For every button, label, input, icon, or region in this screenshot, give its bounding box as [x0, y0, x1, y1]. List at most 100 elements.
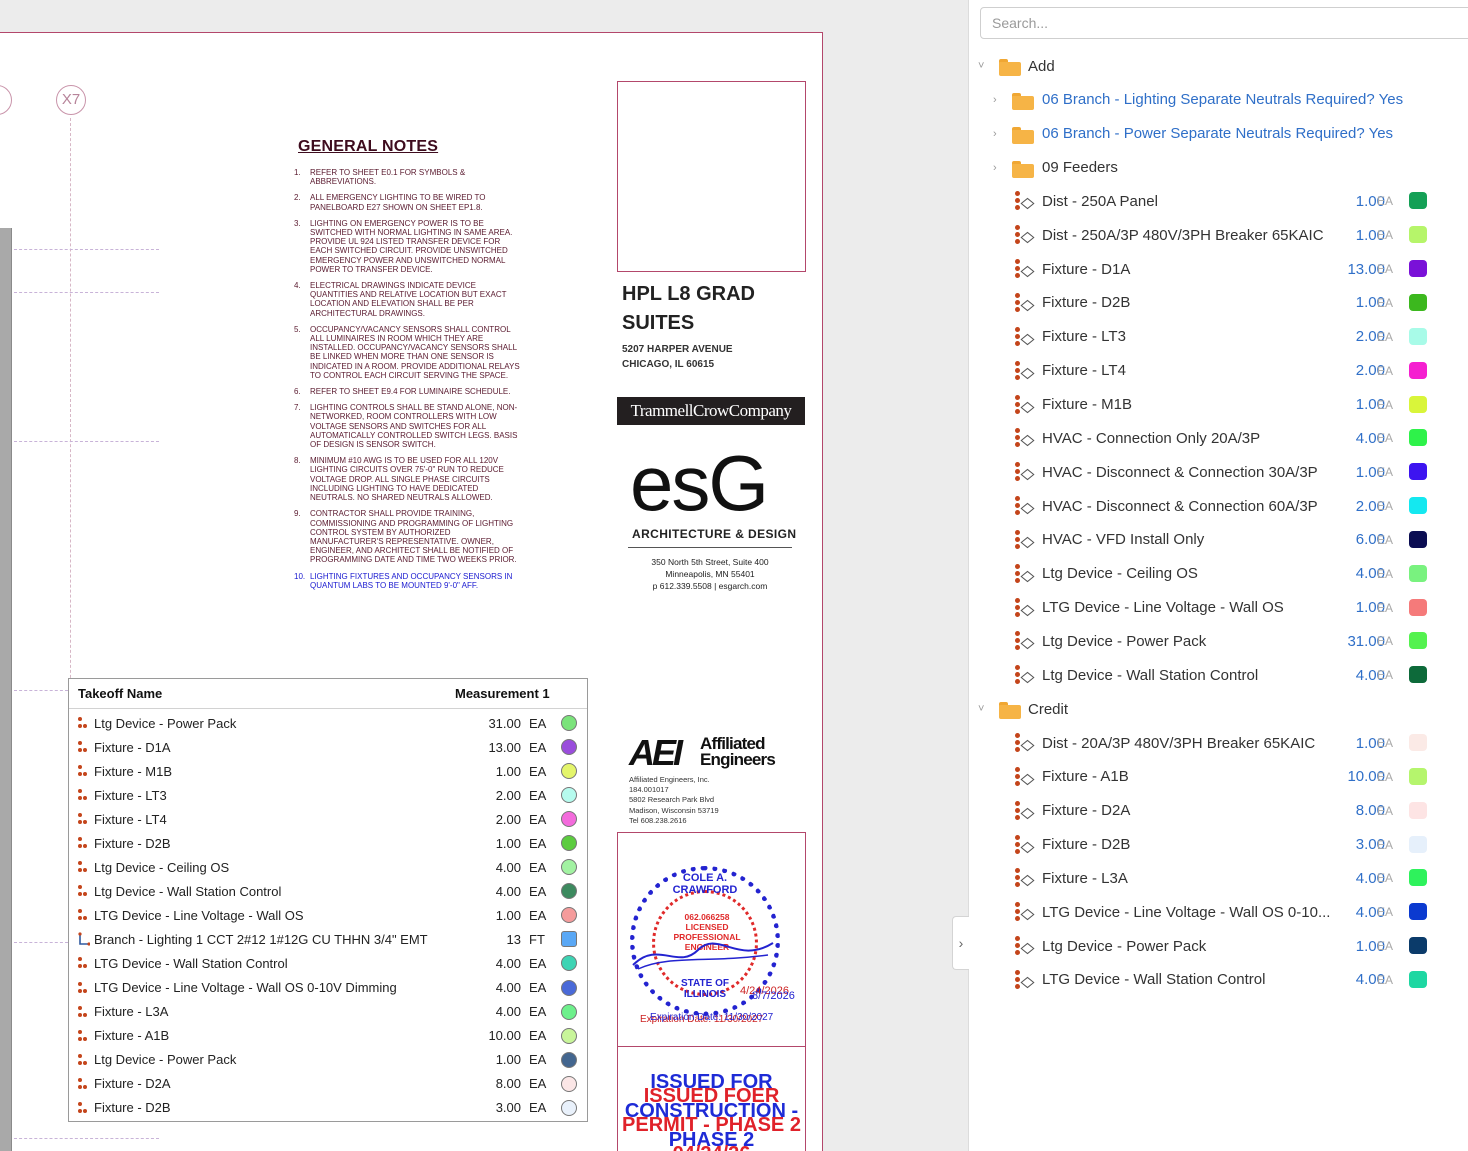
color-swatch[interactable] — [1409, 429, 1427, 447]
table-row[interactable]: Ltg Device - Power Pack 31.00 EA — [69, 711, 587, 735]
takeoff-item-unit: EA — [1377, 600, 1394, 615]
takeoff-name: Branch - Lighting 1 CCT 2#12 1#12G CU TH… — [94, 931, 428, 947]
count-item-icon — [1015, 969, 1035, 991]
takeoff-item-row[interactable]: LTG Device - Line Voltage - Wall OS 1.00 E… — [968, 591, 1468, 625]
table-row[interactable]: Fixture - LT4 2.00 EA — [69, 807, 587, 831]
color-swatch[interactable] — [1409, 564, 1427, 582]
count-item-icon — [78, 1101, 92, 1115]
table-row[interactable]: Ltg Device - Wall Station Control 4.00 EA — [69, 879, 587, 903]
takeoff-item-label: Fixture - D1A — [1042, 260, 1131, 278]
takeoff-item-row[interactable]: Fixture - D1A 13.00 EA — [968, 252, 1468, 286]
color-swatch[interactable] — [1409, 395, 1427, 413]
takeoff-item-row[interactable]: HVAC - VFD Install Only 6.00 EA — [968, 523, 1468, 557]
folder-row[interactable]: › 06 Branch - Lighting Separate Neutrals … — [968, 83, 1468, 117]
takeoff-item-row[interactable]: Fixture - LT4 2.00 EA — [968, 354, 1468, 388]
takeoff-item-label: Fixture - D2A — [1042, 802, 1131, 820]
takeoff-item-row[interactable]: Fixture - D2A 8.00 EA — [968, 794, 1468, 828]
takeoff-item-row[interactable]: Fixture - M1B 1.00 EA — [968, 388, 1468, 422]
color-swatch[interactable] — [1409, 463, 1427, 481]
takeoff-item-row[interactable]: Fixture - D2B 1.00 EA — [968, 286, 1468, 320]
count-item-icon — [1015, 224, 1035, 246]
color-swatch[interactable] — [1409, 835, 1427, 853]
aei-logo: AEI — [629, 732, 683, 773]
table-row[interactable]: Fixture - L3A 4.00 EA — [69, 1000, 587, 1024]
takeoff-item-row[interactable]: LTG Device - Line Voltage - Wall OS 0-10… — [968, 895, 1468, 929]
takeoff-item-row[interactable]: Ltg Device - Ceiling OS 4.00 EA — [968, 557, 1468, 591]
takeoff-item-row[interactable]: Fixture - LT3 2.00 EA — [968, 320, 1468, 354]
color-swatch[interactable] — [1409, 801, 1427, 819]
color-swatch[interactable] — [1409, 192, 1427, 210]
table-row[interactable]: LTG Device - Line Voltage - Wall OS 1.00 E… — [69, 903, 587, 927]
color-swatch[interactable] — [1409, 260, 1427, 278]
takeoff-item-row[interactable]: Ltg Device - Power Pack 31.00 EA — [968, 624, 1468, 658]
table-row[interactable]: LTG Device - Line Voltage - Wall OS 0-10… — [69, 976, 587, 1000]
address-line: 350 North 5th Street, Suite 400 — [651, 557, 769, 567]
column-header-measurement[interactable]: Measurement 1 — [439, 686, 559, 701]
grid-line — [14, 690, 68, 691]
folder-row[interactable]: › 06 Branch - Power Separate Neutrals Req… — [968, 117, 1468, 151]
takeoff-item-row[interactable]: Ltg Device - Power Pack 1.00 EA — [968, 929, 1468, 963]
color-swatch[interactable] — [1409, 767, 1427, 785]
color-swatch[interactable] — [1409, 632, 1427, 650]
trammell-crow-logo: TrammellCrowCompany — [617, 397, 805, 425]
color-swatch[interactable] — [1409, 937, 1427, 955]
color-swatch[interactable] — [1409, 598, 1427, 616]
color-swatch[interactable] — [1409, 226, 1427, 244]
table-row[interactable]: Fixture - D2A 8.00 EA — [69, 1072, 587, 1096]
table-row[interactable]: Fixture - D1A 13.00 EA — [69, 735, 587, 759]
table-row[interactable]: Fixture - D2B 3.00 EA — [69, 1096, 587, 1120]
count-item-icon — [1015, 766, 1035, 788]
takeoff-item-row[interactable]: Ltg Device - Wall Station Control 4.00 EA — [968, 658, 1468, 692]
takeoff-item-row[interactable]: HVAC - Disconnect & Connection 30A/3P 1.0… — [968, 455, 1468, 489]
table-row[interactable]: Branch - Lighting 1 CCT 2#12 1#12G CU TH… — [69, 927, 587, 951]
table-row[interactable]: Fixture - A1B 10.00 EA — [69, 1024, 587, 1048]
takeoff-item-row[interactable]: LTG Device - Wall Station Control 4.00 EA — [968, 963, 1468, 997]
color-swatch[interactable] — [1409, 497, 1427, 515]
takeoff-item-row[interactable]: Dist - 20A/3P 480V/3PH Breaker 65KAIC 1.0… — [968, 726, 1468, 760]
color-swatch[interactable] — [1409, 327, 1427, 345]
color-swatch[interactable] — [1409, 361, 1427, 379]
color-swatch[interactable] — [1409, 666, 1427, 684]
table-row[interactable]: Ltg Device - Power Pack 1.00 EA — [69, 1048, 587, 1072]
note-text: OCCUPANCY/VACANCY SENSORS SHALL CONTROL … — [310, 324, 520, 380]
takeoff-item-row[interactable]: HVAC - Connection Only 20A/3P 4.00 EA — [968, 421, 1468, 455]
table-row[interactable]: Fixture - M1B 1.00 EA — [69, 759, 587, 783]
takeoff-item-row[interactable]: Fixture - D2B 3.00 EA — [968, 828, 1468, 862]
chevron-down-icon[interactable]: ˅ — [978, 703, 984, 715]
takeoff-item-row[interactable]: Fixture - L3A 4.00 EA — [968, 861, 1468, 895]
color-swatch[interactable] — [1409, 734, 1427, 751]
color-swatch[interactable] — [1409, 293, 1427, 311]
takeoff-name: Fixture - LT3 — [94, 787, 167, 803]
note-item: 7. LIGHTING CONTROLS SHALL BE STAND ALONE… — [290, 403, 522, 449]
takeoff-table[interactable]: Takeoff Name Measurement 1 Ltg Device - … — [68, 678, 588, 1122]
folder-row[interactable]: › 09 Feeders — [968, 151, 1468, 185]
chevron-right-icon[interactable]: › — [993, 162, 997, 174]
column-header-name[interactable]: Takeoff Name — [69, 686, 439, 701]
table-row[interactable]: LTG Device - Wall Station Control 4.00 EA — [69, 951, 587, 975]
color-swatch[interactable] — [1409, 530, 1427, 548]
chevron-right-icon[interactable]: › — [993, 94, 997, 106]
takeoff-item-row[interactable]: Dist - 250A Panel 1.00 EA — [968, 184, 1468, 218]
table-row[interactable]: Ltg Device - Ceiling OS 4.00 EA — [69, 855, 587, 879]
takeoff-item-row[interactable]: Dist - 250A/3P 480V/3PH Breaker 65KAIC 1.… — [968, 218, 1468, 252]
takeoff-item-row[interactable]: Fixture - A1B 10.00 EA — [968, 760, 1468, 794]
chevron-down-icon[interactable]: ˅ — [978, 60, 984, 72]
note-text: LIGHTING FIXTURES AND OCCUPANCY SENSORS … — [310, 571, 513, 590]
color-swatch[interactable] — [1409, 903, 1427, 921]
group-row[interactable]: ˅ Credit — [968, 692, 1468, 726]
color-swatch[interactable] — [1409, 869, 1427, 887]
takeoff-item-row[interactable]: HVAC - Disconnect & Connection 60A/3P 2.0… — [968, 489, 1468, 523]
search-input[interactable] — [980, 7, 1468, 39]
color-swatch[interactable] — [1409, 970, 1427, 988]
group-row[interactable]: ˅ Add — [968, 49, 1468, 83]
collapse-panel-button[interactable]: › — [952, 916, 969, 970]
note-number: 1. — [294, 168, 301, 177]
table-row[interactable]: Fixture - D2B 1.00 EA — [69, 831, 587, 855]
chevron-right-icon[interactable]: › — [993, 128, 997, 140]
note-text: REFER TO SHEET E9.4 FOR LUMINAIRE SCHEDU… — [310, 387, 511, 397]
takeoff-name: Fixture - M1B — [94, 763, 173, 779]
table-row[interactable]: Fixture - LT3 2.00 EA — [69, 783, 587, 807]
drawing-canvas[interactable]: X7 GENERAL NOTES 1. REFER TO SHEET E0.1 F… — [0, 0, 968, 1151]
takeoff-name: Fixture - LT4 — [94, 811, 167, 827]
count-item-icon — [1015, 732, 1035, 754]
